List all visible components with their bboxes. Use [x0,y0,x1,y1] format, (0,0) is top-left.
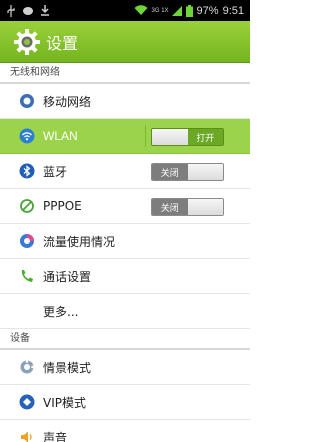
scene-mode-icon [18,358,36,376]
section-header-device: 设备 [0,329,250,350]
settings-item-label: 情景模式 [43,360,92,375]
battery-icon [185,4,193,17]
signal-icon [171,5,182,16]
section-header-wireless: 无线和网络 [0,63,250,84]
settings-item-scene-mode[interactable]: 情景模式 [0,350,250,385]
settings-item-bluetooth[interactable]: 蓝牙 关闭 [0,154,250,189]
status-left [6,4,50,17]
settings-item-label: 通话设置 [43,269,92,284]
battery-percent: 97% [196,4,219,17]
settings-item-label: 声音 [43,430,68,442]
toggle-thumb [187,164,223,180]
toggle-state-label: 关闭 [152,199,188,215]
wifi-settings-icon [18,127,36,145]
vip-mode-icon [18,393,36,411]
settings-item-wlan[interactable]: WLAN 打开 [0,119,250,154]
pppoe-icon [18,197,36,215]
network-type-label: 3G 1X [151,7,169,14]
page-title: 设置 [46,33,79,53]
usb-icon [6,4,16,17]
settings-item-mobile-network[interactable]: 移动网络 [0,84,250,119]
settings-item-more[interactable]: 更多... [0,294,250,329]
wifi-icon [134,5,148,16]
row-divider [145,125,146,147]
bluetooth-toggle[interactable]: 关闭 [151,163,224,181]
toggle-thumb [152,129,188,145]
wlan-toggle[interactable]: 打开 [151,128,224,146]
android-debug-icon [22,6,34,15]
status-bar: 3G 1X 97% 9:51 [0,0,250,21]
toggle-state-label: 关闭 [152,164,188,180]
pppoe-toggle[interactable]: 关闭 [151,198,224,216]
toggle-state-label: 打开 [187,129,223,145]
settings-item-vip-mode[interactable]: VIP模式 [0,385,250,420]
download-icon [40,5,50,16]
settings-item-call-settings[interactable]: 通话设置 [0,259,250,294]
clock: 9:51 [222,4,244,17]
speaker-icon [18,428,36,442]
status-right: 3G 1X 97% 9:51 [134,4,244,17]
bluetooth-icon [18,162,36,180]
phone-icon [18,267,36,285]
settings-item-label: 流量使用情况 [43,234,116,249]
settings-item-pppoe[interactable]: PPPOE 关闭 [0,189,250,224]
toggle-thumb [187,199,223,215]
settings-gear-icon[interactable] [14,28,40,55]
mobile-network-icon [18,92,36,110]
settings-item-label: 移动网络 [43,94,92,109]
action-bar: 设置 [0,21,250,63]
settings-item-label: 更多... [43,304,79,319]
data-usage-icon [18,232,36,250]
settings-list: 无线和网络 移动网络 WLAN 打开 蓝牙 关闭 PPPOE 关闭 流量使用情况… [0,63,250,442]
settings-item-label: VIP模式 [43,395,86,410]
settings-item-data-usage[interactable]: 流量使用情况 [0,224,250,259]
settings-item-sound[interactable]: 声音 [0,420,250,442]
